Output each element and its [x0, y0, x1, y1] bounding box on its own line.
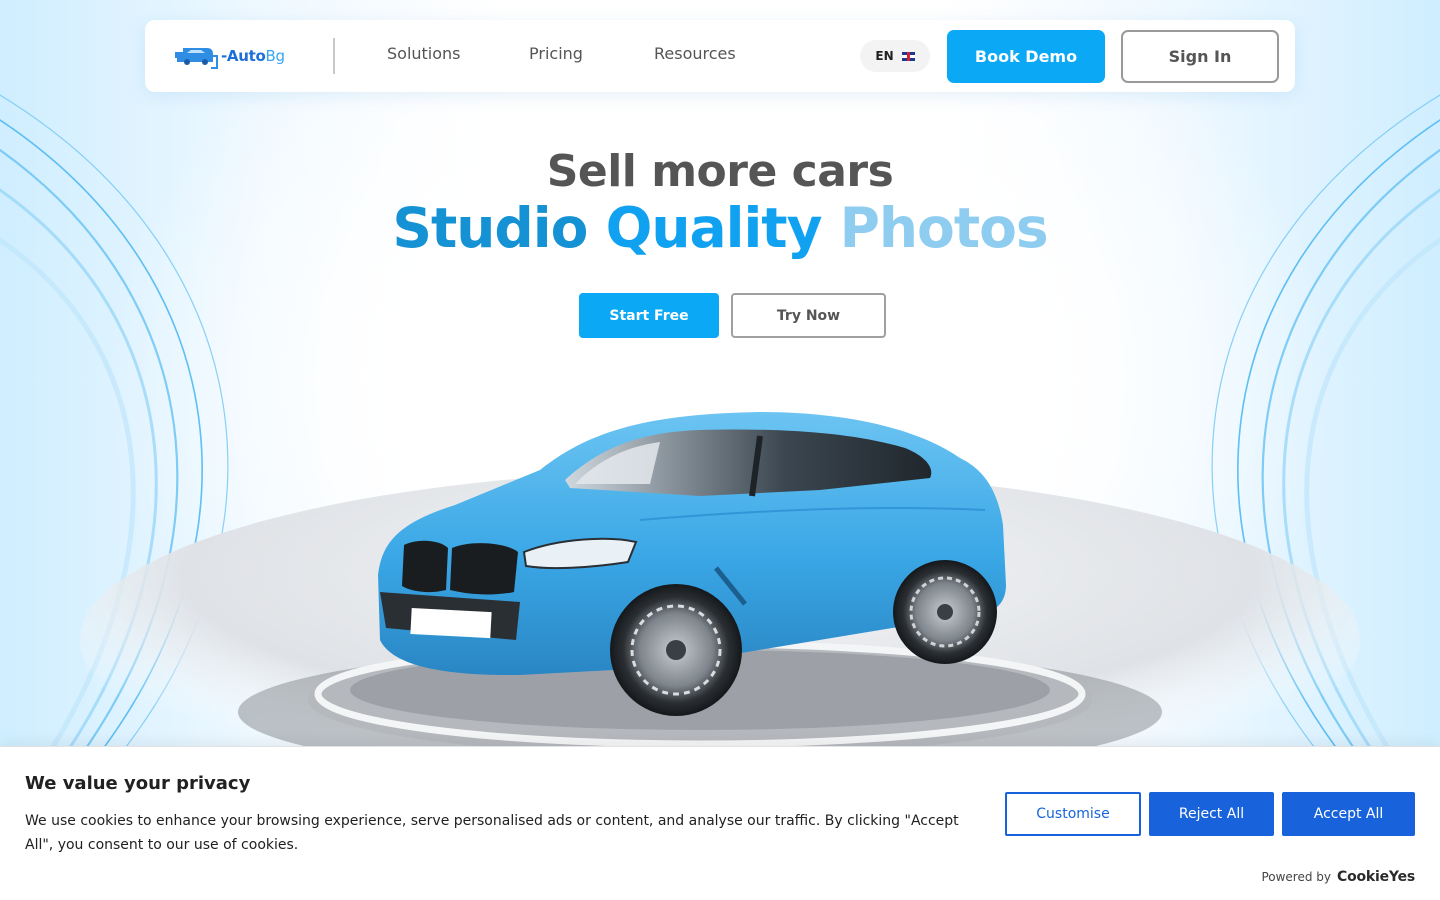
language-label: EN: [875, 49, 894, 63]
uk-flag-icon: [901, 51, 915, 61]
book-demo-button[interactable]: Book Demo: [947, 30, 1105, 83]
cookie-banner: We value your privacy We use cookies to …: [0, 746, 1440, 900]
logo[interactable]: -AutoBg: [173, 40, 298, 72]
sign-in-button[interactable]: Sign In: [1121, 30, 1279, 83]
customise-button[interactable]: Customise: [1005, 792, 1141, 836]
nav-link-resources[interactable]: Resources: [654, 44, 736, 63]
headline-word-quality: Quality: [605, 196, 823, 260]
start-free-button[interactable]: Start Free: [579, 293, 719, 338]
powered-by[interactable]: Powered by CookieYes: [1261, 869, 1415, 885]
car-icon: [175, 48, 218, 69]
cookieyes-logo: CookieYes: [1337, 869, 1415, 885]
headline-word-studio: Studio: [392, 196, 588, 260]
hero-headline: Sell more cars: [546, 146, 894, 197]
nav-link-solutions[interactable]: Solutions: [387, 44, 461, 63]
language-selector[interactable]: EN: [860, 40, 930, 72]
headline-word-photos: Photos: [839, 196, 1049, 260]
accept-all-button[interactable]: Accept All: [1282, 792, 1415, 836]
try-now-button[interactable]: Try Now: [731, 293, 886, 338]
logo-text: -AutoBg: [221, 47, 285, 65]
reject-all-button[interactable]: Reject All: [1149, 792, 1274, 836]
powered-by-label: Powered by: [1261, 870, 1331, 884]
nav-divider: [333, 38, 335, 74]
navbar: -AutoBg Solutions Pricing Resources EN B…: [145, 20, 1295, 92]
hero-subheadline: Studio Quality Photos: [0, 196, 1440, 260]
cookie-description: We use cookies to enhance your browsing …: [25, 813, 959, 853]
cookie-title: We value your privacy: [25, 773, 251, 794]
nav-link-pricing[interactable]: Pricing: [529, 44, 583, 63]
